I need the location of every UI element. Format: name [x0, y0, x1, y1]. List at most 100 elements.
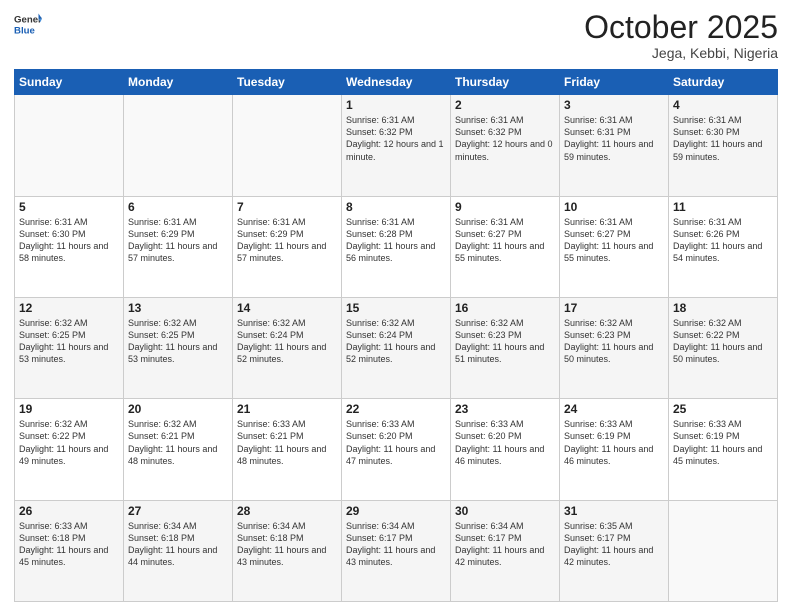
day-info: Sunrise: 6:33 AM Sunset: 6:20 PM Dayligh…: [346, 418, 446, 467]
calendar-cell: [124, 95, 233, 196]
calendar-header-saturday: Saturday: [669, 70, 778, 95]
calendar-cell: 7Sunrise: 6:31 AM Sunset: 6:29 PM Daylig…: [233, 196, 342, 297]
day-info: Sunrise: 6:32 AM Sunset: 6:22 PM Dayligh…: [673, 317, 773, 366]
day-number: 28: [237, 504, 337, 518]
day-info: Sunrise: 6:32 AM Sunset: 6:23 PM Dayligh…: [455, 317, 555, 366]
calendar-header-tuesday: Tuesday: [233, 70, 342, 95]
calendar-week-row: 5 Sunrise: 6:31 AM Sunset: 6:30 PM Daylig…: [15, 196, 778, 297]
day-info: Sunrise: 6:34 AM Sunset: 6:17 PM Dayligh…: [346, 520, 446, 569]
day-info: Sunrise: 6:31 AM Sunset: 6:29 PM Dayligh…: [237, 216, 337, 265]
calendar-week-row: 26 Sunrise: 6:33 AM Sunset: 6:18 PM Dayli…: [15, 500, 778, 601]
calendar-cell: 24Sunrise: 6:33 AM Sunset: 6:19 PM Dayli…: [560, 399, 669, 500]
calendar-cell: 9 Sunrise: 6:31 AM Sunset: 6:27 PM Daylig…: [451, 196, 560, 297]
title-block: October 2025 Jega, Kebbi, Nigeria: [584, 10, 778, 61]
calendar-location: Jega, Kebbi, Nigeria: [584, 45, 778, 61]
day-info: Sunrise: 6:32 AM Sunset: 6:25 PM Dayligh…: [128, 317, 228, 366]
day-number: 19: [19, 402, 119, 416]
day-number: 8: [346, 200, 446, 214]
day-number: 24: [564, 402, 664, 416]
calendar-cell: 13 Sunrise: 6:32 AM Sunset: 6:25 PM Dayli…: [124, 297, 233, 398]
day-number: 4: [673, 98, 773, 112]
calendar-table: SundayMondayTuesdayWednesdayThursdayFrid…: [14, 69, 778, 602]
day-number: 10: [564, 200, 664, 214]
day-info: Sunrise: 6:32 AM Sunset: 6:25 PM Dayligh…: [19, 317, 119, 366]
day-info: Sunrise: 6:35 AM Sunset: 6:17 PM Dayligh…: [564, 520, 664, 569]
calendar-header-row: SundayMondayTuesdayWednesdayThursdayFrid…: [15, 70, 778, 95]
day-number: 12: [19, 301, 119, 315]
day-info: Sunrise: 6:34 AM Sunset: 6:17 PM Dayligh…: [455, 520, 555, 569]
calendar-cell: 30 Sunrise: 6:34 AM Sunset: 6:17 PM Dayli…: [451, 500, 560, 601]
page: General Blue October 2025 Jega, Kebbi, N…: [0, 0, 792, 612]
day-number: 23: [455, 402, 555, 416]
header: General Blue October 2025 Jega, Kebbi, N…: [14, 10, 778, 61]
day-number: 22: [346, 402, 446, 416]
day-info: Sunrise: 6:32 AM Sunset: 6:24 PM Dayligh…: [237, 317, 337, 366]
calendar-cell: 28 Sunrise: 6:34 AM Sunset: 6:18 PM Dayli…: [233, 500, 342, 601]
calendar-cell: [669, 500, 778, 601]
calendar-cell: 16 Sunrise: 6:32 AM Sunset: 6:23 PM Dayli…: [451, 297, 560, 398]
day-info: Sunrise: 6:31 AM Sunset: 6:26 PM Dayligh…: [673, 216, 773, 265]
day-number: 31: [564, 504, 664, 518]
day-info: Sunrise: 6:31 AM Sunset: 6:27 PM Dayligh…: [564, 216, 664, 265]
calendar-cell: 2Sunrise: 6:31 AM Sunset: 6:32 PM Daylig…: [451, 95, 560, 196]
day-info: Sunrise: 6:31 AM Sunset: 6:27 PM Dayligh…: [455, 216, 555, 265]
calendar-header-wednesday: Wednesday: [342, 70, 451, 95]
day-info: Sunrise: 6:32 AM Sunset: 6:24 PM Dayligh…: [346, 317, 446, 366]
calendar-cell: 22 Sunrise: 6:33 AM Sunset: 6:20 PM Dayli…: [342, 399, 451, 500]
calendar-cell: 15 Sunrise: 6:32 AM Sunset: 6:24 PM Dayli…: [342, 297, 451, 398]
day-number: 9: [455, 200, 555, 214]
calendar-cell: 27 Sunrise: 6:34 AM Sunset: 6:18 PM Dayli…: [124, 500, 233, 601]
calendar-cell: 1 Sunrise: 6:31 AM Sunset: 6:32 PM Daylig…: [342, 95, 451, 196]
calendar-cell: 11 Sunrise: 6:31 AM Sunset: 6:26 PM Dayli…: [669, 196, 778, 297]
day-number: 25: [673, 402, 773, 416]
calendar-cell: 17Sunrise: 6:32 AM Sunset: 6:23 PM Dayli…: [560, 297, 669, 398]
day-info: Sunrise: 6:34 AM Sunset: 6:18 PM Dayligh…: [237, 520, 337, 569]
calendar-cell: [233, 95, 342, 196]
day-info: Sunrise: 6:33 AM Sunset: 6:18 PM Dayligh…: [19, 520, 119, 569]
day-number: 16: [455, 301, 555, 315]
svg-text:General: General: [14, 14, 42, 25]
day-number: 27: [128, 504, 228, 518]
day-number: 11: [673, 200, 773, 214]
calendar-title: October 2025: [584, 10, 778, 45]
calendar-cell: 4Sunrise: 6:31 AM Sunset: 6:30 PM Daylig…: [669, 95, 778, 196]
day-number: 21: [237, 402, 337, 416]
day-info: Sunrise: 6:33 AM Sunset: 6:19 PM Dayligh…: [673, 418, 773, 467]
calendar-header-sunday: Sunday: [15, 70, 124, 95]
day-number: 5: [19, 200, 119, 214]
calendar-cell: 6Sunrise: 6:31 AM Sunset: 6:29 PM Daylig…: [124, 196, 233, 297]
calendar-cell: 3Sunrise: 6:31 AM Sunset: 6:31 PM Daylig…: [560, 95, 669, 196]
day-info: Sunrise: 6:34 AM Sunset: 6:18 PM Dayligh…: [128, 520, 228, 569]
calendar-week-row: 1 Sunrise: 6:31 AM Sunset: 6:32 PM Daylig…: [15, 95, 778, 196]
calendar-cell: 21Sunrise: 6:33 AM Sunset: 6:21 PM Dayli…: [233, 399, 342, 500]
calendar-cell: 5 Sunrise: 6:31 AM Sunset: 6:30 PM Daylig…: [15, 196, 124, 297]
calendar-week-row: 19Sunrise: 6:32 AM Sunset: 6:22 PM Dayli…: [15, 399, 778, 500]
svg-text:Blue: Blue: [14, 26, 35, 37]
day-number: 14: [237, 301, 337, 315]
day-number: 15: [346, 301, 446, 315]
day-number: 30: [455, 504, 555, 518]
day-info: Sunrise: 6:31 AM Sunset: 6:32 PM Dayligh…: [346, 114, 446, 163]
day-number: 26: [19, 504, 119, 518]
calendar-cell: 31 Sunrise: 6:35 AM Sunset: 6:17 PM Dayli…: [560, 500, 669, 601]
day-info: Sunrise: 6:31 AM Sunset: 6:30 PM Dayligh…: [19, 216, 119, 265]
calendar-cell: 26 Sunrise: 6:33 AM Sunset: 6:18 PM Dayli…: [15, 500, 124, 601]
calendar-cell: 20 Sunrise: 6:32 AM Sunset: 6:21 PM Dayli…: [124, 399, 233, 500]
day-number: 29: [346, 504, 446, 518]
day-info: Sunrise: 6:31 AM Sunset: 6:31 PM Dayligh…: [564, 114, 664, 163]
calendar-cell: 8Sunrise: 6:31 AM Sunset: 6:28 PM Daylig…: [342, 196, 451, 297]
day-number: 6: [128, 200, 228, 214]
calendar-cell: 29 Sunrise: 6:34 AM Sunset: 6:17 PM Dayli…: [342, 500, 451, 601]
day-number: 13: [128, 301, 228, 315]
day-number: 20: [128, 402, 228, 416]
calendar-week-row: 12 Sunrise: 6:32 AM Sunset: 6:25 PM Dayli…: [15, 297, 778, 398]
day-number: 17: [564, 301, 664, 315]
calendar-cell: 23Sunrise: 6:33 AM Sunset: 6:20 PM Dayli…: [451, 399, 560, 500]
calendar-cell: 19Sunrise: 6:32 AM Sunset: 6:22 PM Dayli…: [15, 399, 124, 500]
calendar-header-thursday: Thursday: [451, 70, 560, 95]
logo: General Blue: [14, 10, 42, 38]
calendar-cell: 10 Sunrise: 6:31 AM Sunset: 6:27 PM Dayli…: [560, 196, 669, 297]
day-number: 2: [455, 98, 555, 112]
day-info: Sunrise: 6:32 AM Sunset: 6:21 PM Dayligh…: [128, 418, 228, 467]
day-number: 1: [346, 98, 446, 112]
